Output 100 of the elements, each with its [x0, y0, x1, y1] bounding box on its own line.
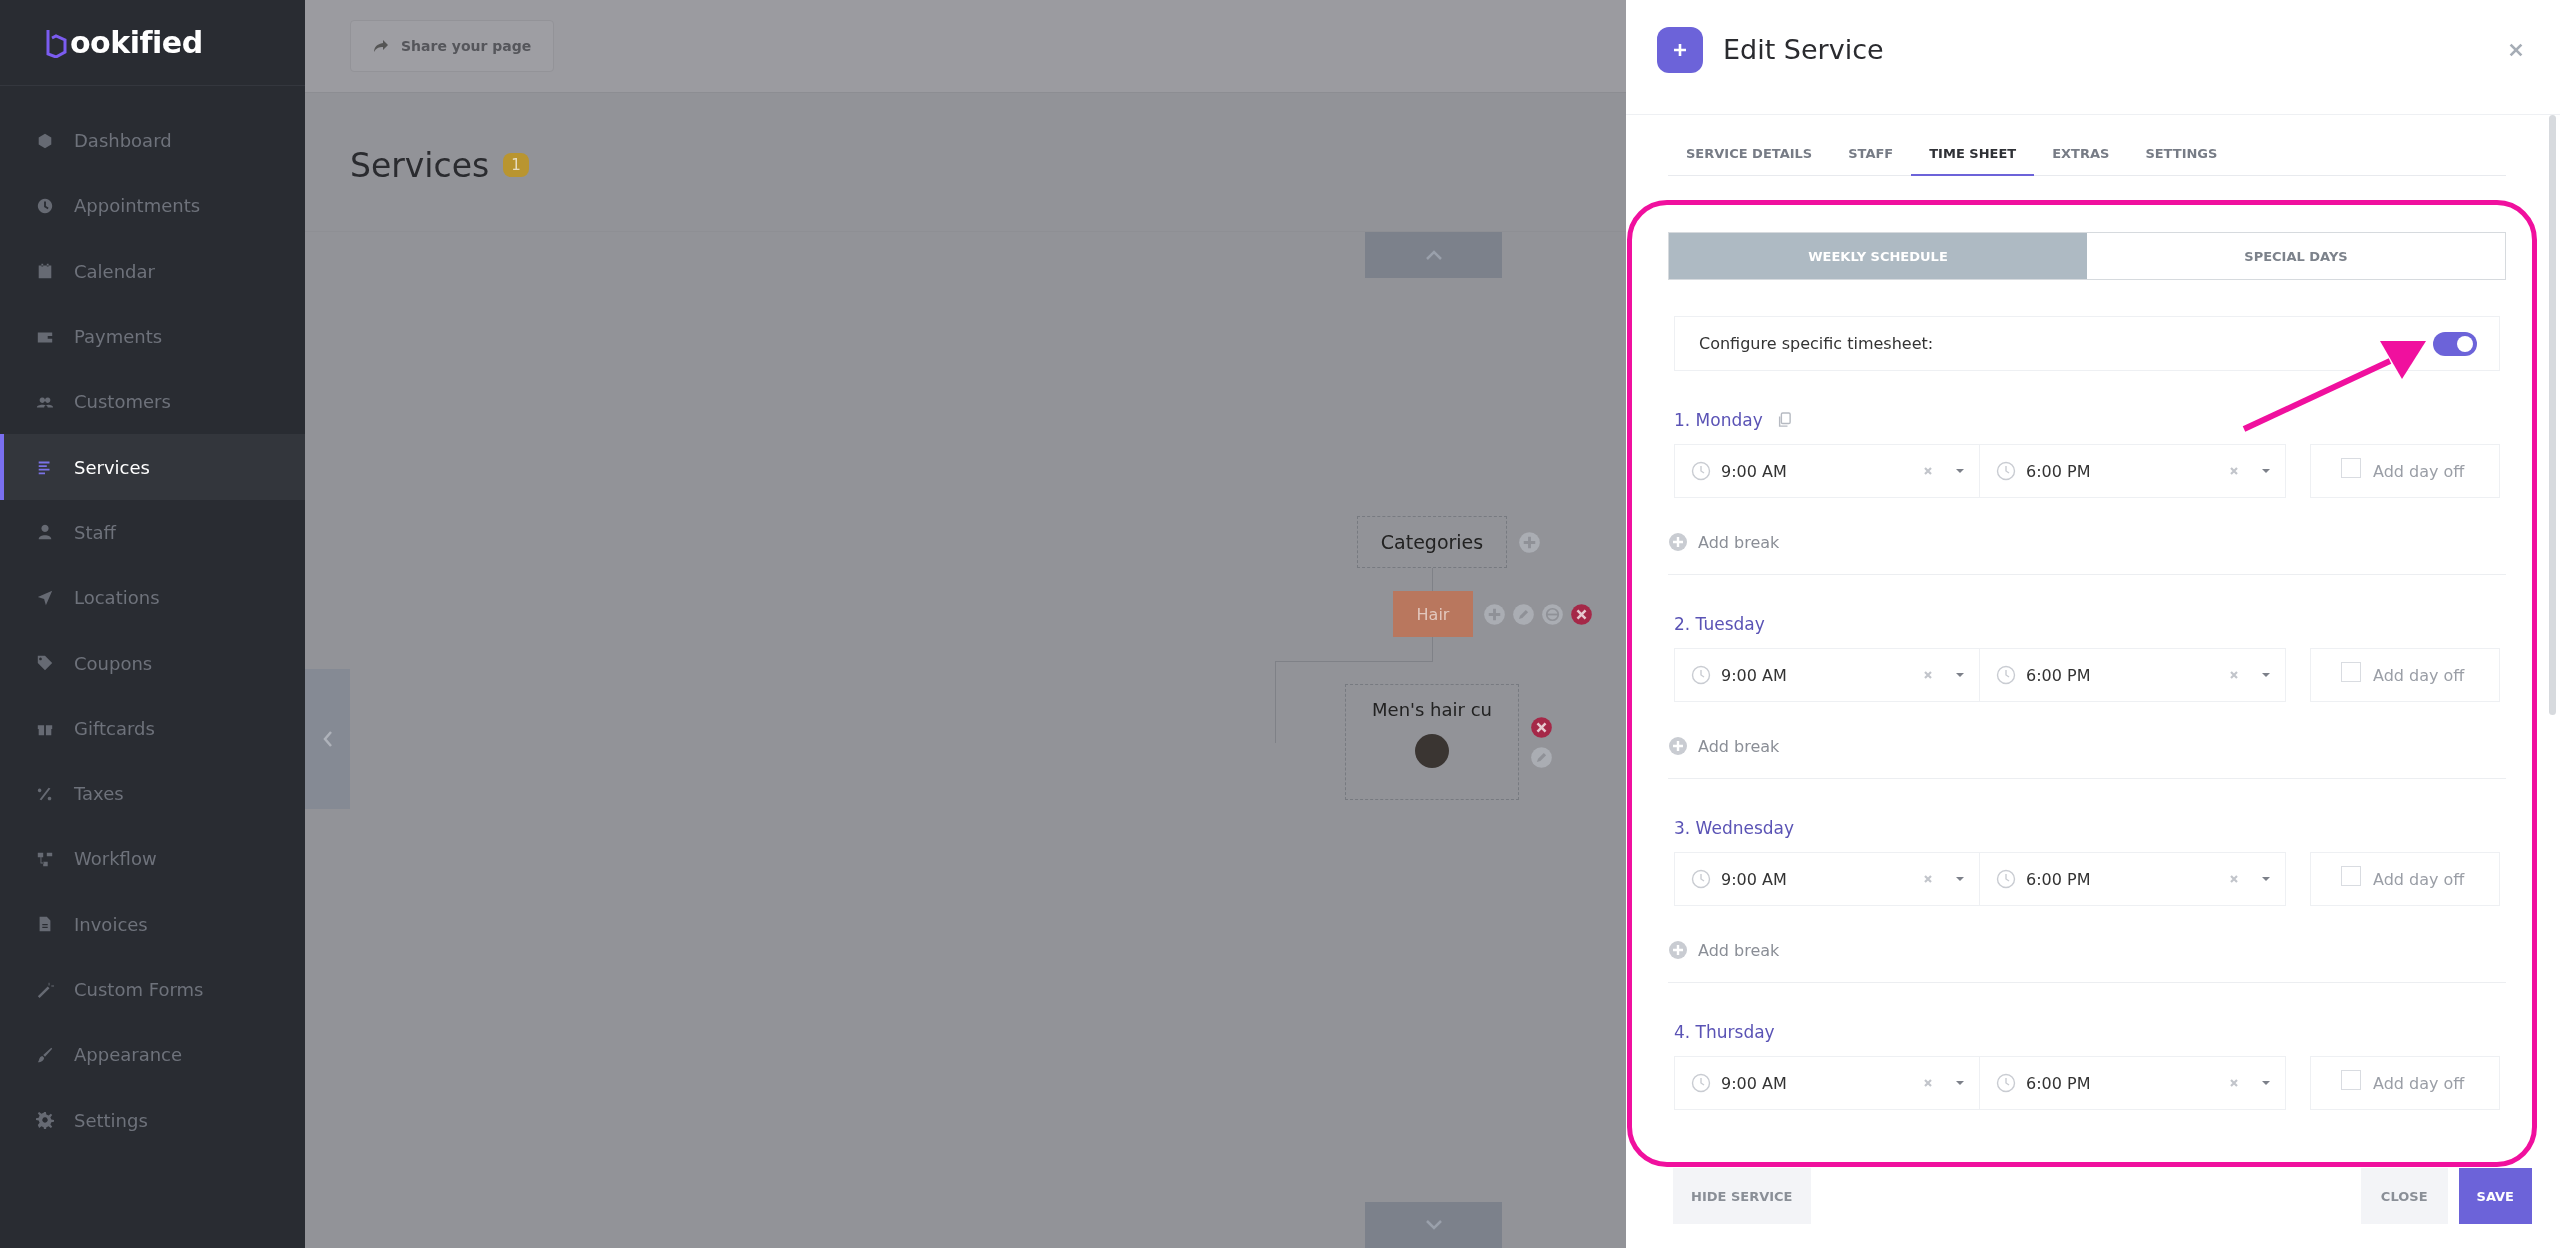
sidebar-item[interactable]: Workflow: [0, 826, 305, 892]
caret-icon[interactable]: [2261, 672, 2271, 678]
caret-icon[interactable]: [2261, 876, 2271, 882]
clock-icon: [1996, 665, 2016, 685]
day-off-label: Add day off: [2373, 461, 2465, 481]
plus-circle-icon: [1668, 736, 1688, 756]
page-title: Services: [350, 145, 490, 185]
end-time-field[interactable]: 6:00 PM: [1980, 444, 2286, 498]
day-off-checkbox[interactable]: [2341, 662, 2361, 682]
share-icon: [373, 39, 389, 53]
plus-circle-icon: [1668, 532, 1688, 552]
edit-icon[interactable]: [1530, 746, 1553, 769]
toggle-label: Configure specific timesheet:: [1699, 334, 1934, 353]
tab[interactable]: SETTINGS: [2127, 133, 2236, 176]
tab[interactable]: SERVICE DETAILS: [1668, 133, 1831, 176]
plus-circle-icon: [1668, 940, 1688, 960]
clear-icon[interactable]: [2229, 466, 2239, 476]
sidebar-item[interactable]: Custom Forms: [0, 956, 305, 1023]
sidebar-item[interactable]: Settings: [0, 1087, 305, 1153]
sidebar-item[interactable]: Customers: [0, 369, 305, 435]
caret-icon[interactable]: [1955, 672, 1965, 678]
clock-icon: [1996, 461, 2016, 481]
scroll-down-button[interactable]: [1365, 1202, 1502, 1248]
day-label: 1. Monday: [1674, 410, 1763, 430]
copy-icon[interactable]: [1776, 412, 1791, 428]
logo-mark-icon: [44, 27, 68, 58]
sidebar-item[interactable]: Appointments: [0, 173, 305, 239]
scrollbar-thumb[interactable]: [2549, 115, 2556, 715]
logo-text: ookified: [70, 25, 203, 60]
hide-service-button[interactable]: HIDE SERVICE: [1673, 1168, 1811, 1224]
clear-icon[interactable]: [1923, 466, 1933, 476]
segment-tab[interactable]: WEEKLY SCHEDULE: [1669, 233, 2087, 279]
sidebar-item[interactable]: Calendar: [0, 238, 305, 304]
clear-icon[interactable]: [1923, 874, 1933, 884]
category-node[interactable]: Hair: [1393, 591, 1473, 637]
caret-icon[interactable]: [2261, 1080, 2271, 1086]
add-icon[interactable]: [1483, 603, 1506, 626]
sidebar-item[interactable]: Invoices: [0, 891, 305, 957]
close-button[interactable]: CLOSE: [2360, 1168, 2448, 1224]
day-label: 3. Wednesday: [1674, 818, 1795, 838]
day-off-checkbox[interactable]: [2341, 866, 2361, 886]
day-off-checkbox[interactable]: [2341, 458, 2361, 478]
clock-icon: [1691, 1073, 1711, 1093]
sidebar-item[interactable]: Services: [0, 434, 305, 500]
sidebar-item[interactable]: Payments: [0, 303, 305, 370]
chevron-down-icon: [1423, 1219, 1444, 1231]
clear-icon[interactable]: [2229, 670, 2239, 680]
collapse-tab[interactable]: [305, 669, 350, 809]
add-break-link[interactable]: Add break: [1668, 939, 1780, 961]
menu-item-icon: [36, 1045, 54, 1064]
sidebar-item[interactable]: Locations: [0, 565, 305, 631]
start-time-field[interactable]: 9:00 AM: [1674, 648, 1980, 702]
toggle-switch[interactable]: [2433, 331, 2477, 356]
save-button[interactable]: SAVE: [2458, 1168, 2532, 1224]
menu-item-icon: [36, 588, 54, 607]
start-time-field[interactable]: 9:00 AM: [1674, 444, 1980, 498]
start-time-field[interactable]: 9:00 AM: [1674, 852, 1980, 906]
clear-icon[interactable]: [1923, 1078, 1933, 1088]
service-name: Men's hair cu: [1372, 699, 1492, 720]
sidebar-item[interactable]: Coupons: [0, 630, 305, 696]
caret-icon[interactable]: [1955, 468, 1965, 474]
day-off-checkbox[interactable]: [2341, 1070, 2361, 1090]
day-off-label: Add day off: [2373, 869, 2465, 889]
sidebar-item[interactable]: Giftcards: [0, 695, 305, 761]
scroll-up-button[interactable]: [1365, 232, 1502, 278]
tab[interactable]: STAFF: [1830, 133, 1912, 176]
caret-icon[interactable]: [1955, 1080, 1965, 1086]
add-break-link[interactable]: Add break: [1668, 735, 1780, 757]
end-time-field[interactable]: 6:00 PM: [1980, 1056, 2286, 1110]
sidebar-item[interactable]: Appearance: [0, 1022, 305, 1088]
tab[interactable]: TIME SHEET: [1911, 133, 2035, 176]
caret-icon[interactable]: [1955, 876, 1965, 882]
count-badge: 1: [503, 153, 529, 177]
share-page-button[interactable]: Share your page: [350, 20, 555, 72]
clock-icon: [1691, 869, 1711, 889]
caret-icon[interactable]: [2261, 468, 2271, 474]
end-time-field[interactable]: 6:00 PM: [1980, 852, 2286, 906]
panel-title: Edit Service: [1723, 34, 1885, 65]
clear-icon[interactable]: [2229, 1078, 2239, 1088]
sidebar-item[interactable]: Dashboard: [0, 108, 305, 174]
end-time-field[interactable]: 6:00 PM: [1980, 648, 2286, 702]
edit-icon[interactable]: [1512, 603, 1535, 626]
menu-item-icon: [36, 196, 54, 215]
sidebar-item[interactable]: Taxes: [0, 760, 305, 827]
service-card[interactable]: Men's hair cu: [1345, 684, 1519, 800]
sidebar-item[interactable]: Staff: [0, 499, 305, 566]
chevron-left-icon: [321, 729, 334, 749]
category-root-node[interactable]: Categories: [1357, 516, 1507, 568]
clear-icon[interactable]: [1923, 670, 1933, 680]
tab[interactable]: EXTRAS: [2034, 133, 2128, 176]
add-break-link[interactable]: Add break: [1668, 531, 1780, 553]
avatar-placeholder: [1415, 734, 1449, 768]
add-icon[interactable]: [1518, 531, 1541, 554]
delete-icon[interactable]: [1530, 716, 1553, 739]
clear-icon[interactable]: [2229, 874, 2239, 884]
start-time-field[interactable]: 9:00 AM: [1674, 1056, 1980, 1110]
menu-item-icon: [36, 131, 54, 150]
day-label: 4. Thursday: [1674, 1022, 1775, 1042]
menu-item-icon: [36, 262, 54, 281]
delete-icon[interactable]: [1570, 603, 1593, 626]
